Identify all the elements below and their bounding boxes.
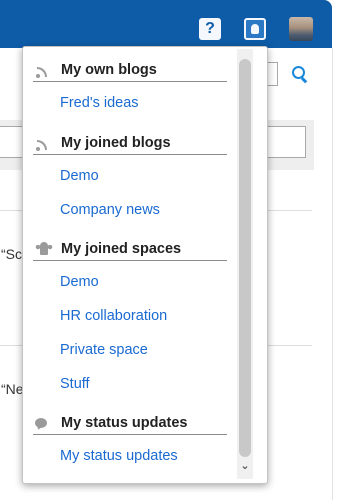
menu-scrollbar[interactable] — [237, 49, 253, 479]
menu-item-demo-blog[interactable]: Demo — [60, 167, 99, 185]
chat-bubble-icon — [35, 418, 47, 428]
section-title: My joined spaces — [61, 241, 182, 257]
user-avatar[interactable] — [289, 17, 313, 41]
menu-item-stuff[interactable]: Stuff — [60, 375, 90, 393]
menu-item-company-news[interactable]: Company news — [60, 201, 160, 219]
chevron-down-icon[interactable] — [240, 461, 250, 471]
menu-item-private-space[interactable]: Private space — [60, 341, 148, 359]
post-quote-snippet: “Ne — [1, 381, 24, 397]
section-header-joined-blogs: My joined blogs — [33, 134, 227, 155]
app-header — [0, 0, 332, 48]
section-header-joined-spaces: My joined spaces — [33, 240, 227, 261]
menu-item-hr-collaboration[interactable]: HR collaboration — [60, 307, 167, 325]
section-title: My status updates — [61, 415, 188, 431]
section-header-status-updates: My status updates — [33, 414, 227, 435]
feed-icon — [35, 65, 49, 79]
post-quote-snippet: “Sc — [1, 246, 22, 262]
section-header-own-blogs: My own blogs — [33, 61, 227, 82]
menu-item-my-status-updates[interactable]: My status updates — [60, 447, 178, 465]
directory-icon[interactable] — [244, 18, 266, 40]
feed-icon — [35, 138, 49, 152]
section-title: My joined blogs — [61, 135, 171, 151]
blogs-spaces-dropdown: My own blogs Fred's ideas My joined blog… — [22, 46, 268, 484]
menu-item-freds-ideas[interactable]: Fred's ideas — [60, 94, 139, 112]
section-title: My own blogs — [61, 62, 157, 78]
search-icon[interactable] — [292, 66, 305, 79]
scroll-up-button[interactable] — [240, 49, 250, 57]
scrollbar-thumb[interactable] — [239, 59, 251, 457]
group-icon — [35, 242, 53, 256]
menu-item-demo-space[interactable]: Demo — [60, 273, 99, 291]
help-icon[interactable] — [199, 18, 221, 40]
